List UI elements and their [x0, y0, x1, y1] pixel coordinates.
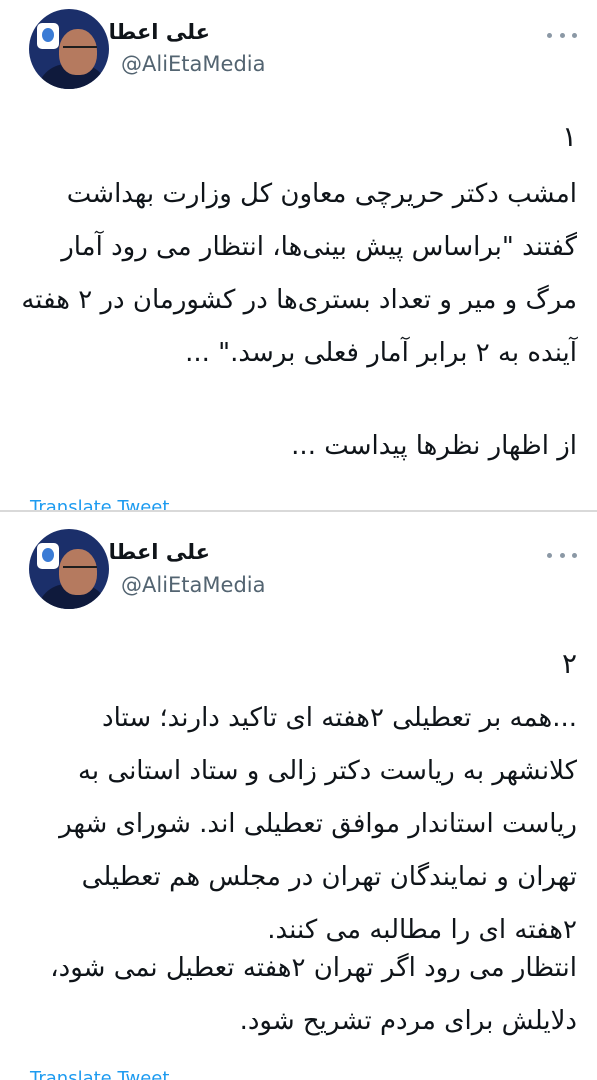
avatar[interactable] [29, 529, 109, 609]
thread-number: ۲ [561, 647, 577, 680]
tweet-card-1[interactable]: علی اعطا @AliEtaMedia ۱ امشب دکتر حریرچی… [0, 0, 597, 511]
tweet-text-continued: انتظار می رود اگر تهران ۲هفته تعطیل نمی … [50, 953, 577, 1036]
tweet-text: امشب دکتر حریرچی معاون کل وزارت بهداشت گ… [21, 179, 577, 368]
author-name[interactable]: علی اعطا [109, 540, 210, 564]
tweet-text: ...همه بر تعطیلی ۲هفته ای تاکید دارند؛ س… [59, 703, 577, 945]
avatar[interactable] [29, 9, 109, 89]
more-options-icon[interactable] [547, 550, 577, 560]
author-handle[interactable]: @AliEtaMedia [121, 52, 265, 76]
media-logo-icon [37, 543, 59, 569]
tweet-text-continued: از اظهار نظرها پیداست ... [291, 431, 577, 461]
thread-number: ۱ [561, 120, 577, 153]
author-handle[interactable]: @AliEtaMedia [121, 573, 265, 597]
more-options-icon[interactable] [547, 30, 577, 40]
tweet-card-2[interactable]: علی اعطا @AliEtaMedia ۲ ...همه بر تعطیلی… [0, 512, 597, 1080]
translate-tweet-link[interactable]: Translate Tweet [30, 497, 169, 511]
author-name[interactable]: علی اعطا [109, 20, 210, 44]
translate-tweet-link[interactable]: Translate Tweet [30, 1068, 169, 1080]
media-logo-icon [37, 23, 59, 49]
